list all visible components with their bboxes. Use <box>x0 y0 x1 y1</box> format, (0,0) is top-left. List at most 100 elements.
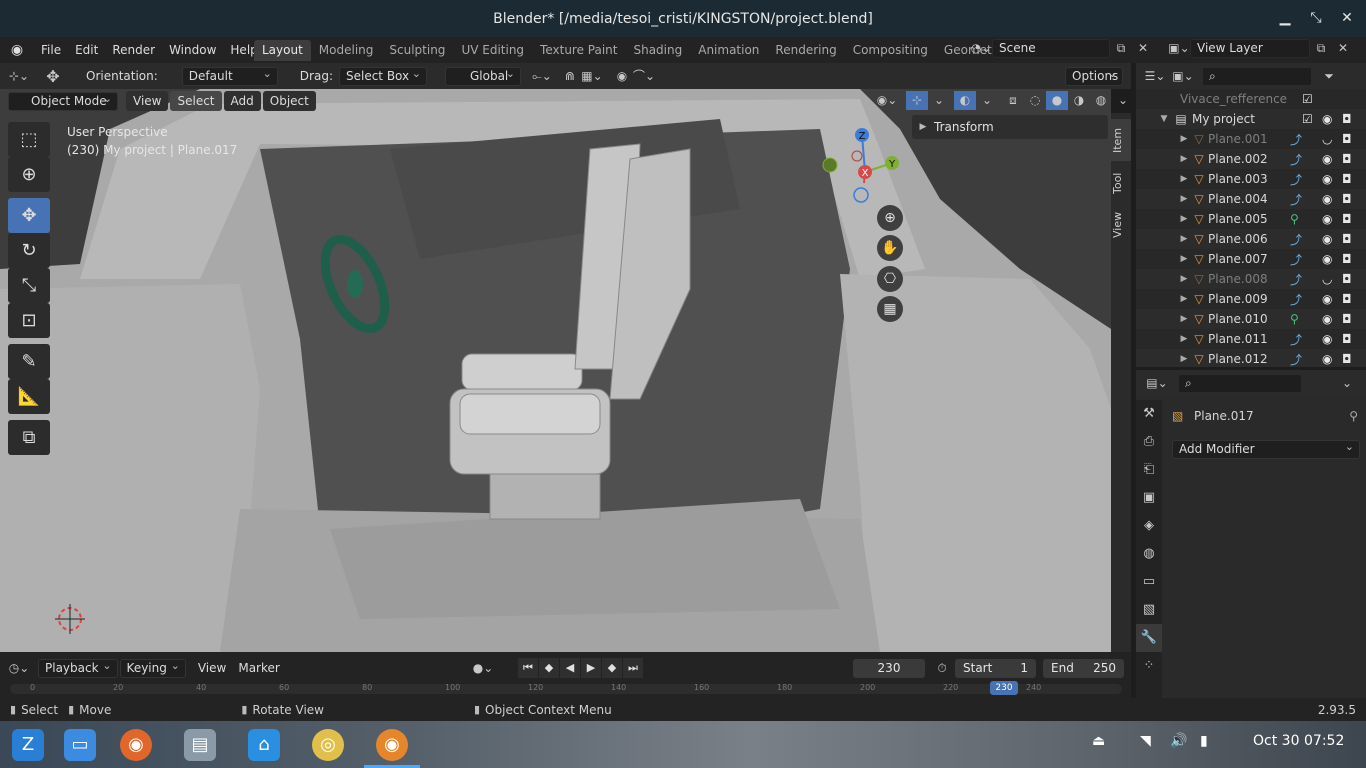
outliner-object-row[interactable]: ▶ ▽ Plane.004 ⤴ ◉ ◘ <box>1136 189 1366 209</box>
tab-sculpting[interactable]: Sculpting <box>381 40 453 61</box>
outliner-object-row[interactable]: ▶ ▽ Plane.003 ⤴ ◉ ◘ <box>1136 169 1366 189</box>
camera-icon[interactable]: ◘ <box>1342 172 1352 186</box>
move-tool-button-icon[interactable]: ✥ <box>8 198 50 233</box>
expand-triangle-icon[interactable]: ▶ <box>1178 274 1190 284</box>
output-properties-icon[interactable]: ⎗ <box>1136 456 1162 484</box>
camera-icon[interactable]: ◘ <box>1342 272 1352 286</box>
camera-icon[interactable]: ◘ <box>1342 212 1352 226</box>
modifier-icon[interactable]: ⤴ <box>1290 271 1302 288</box>
modifier-icon[interactable]: ⤴ <box>1290 131 1302 148</box>
tab-animation[interactable]: Animation <box>690 40 767 61</box>
minimize-icon[interactable]: ▁ <box>1274 8 1296 28</box>
expand-triangle-icon[interactable]: ▶ <box>1178 214 1190 224</box>
solid-shading-icon[interactable]: ● <box>1046 91 1068 110</box>
cursor-tool-icon[interactable]: ⊕ <box>8 157 50 192</box>
camera-icon[interactable]: ◘ <box>1342 112 1352 126</box>
eye-icon[interactable]: ◉ <box>1322 332 1332 346</box>
tab-layout[interactable]: Layout <box>254 40 311 61</box>
modifier-icon[interactable]: ⤴ <box>1290 351 1302 368</box>
outliner-object-row[interactable]: ▶ ▽ Plane.008 ⤴ ◡ ◘ <box>1136 269 1366 289</box>
pan-hand-icon[interactable]: ✋ <box>877 235 903 261</box>
scene-icon[interactable]: ◔⌄ <box>970 39 992 58</box>
tab-item[interactable]: Item <box>1111 119 1131 161</box>
battery-icon[interactable]: ▮ <box>1200 733 1208 749</box>
outliner-object-row[interactable]: ▶ ▽ Plane.011 ⤴ ◉ ◘ <box>1136 329 1366 349</box>
camera-icon[interactable]: ◘ <box>1342 192 1352 206</box>
object-properties-icon[interactable]: ▧ <box>1136 596 1162 624</box>
outliner-object-row[interactable]: ▶ ▽ Plane.002 ⤴ ◉ ◘ <box>1136 149 1366 169</box>
properties-editor-type-icon[interactable]: ▤⌄ <box>1146 374 1168 393</box>
outliner-object-row[interactable]: ▶ ▽ Plane.005 ⚲ ◉ ◘ <box>1136 209 1366 229</box>
menu-select[interactable]: Select <box>170 91 222 111</box>
modifier-icon[interactable]: ⤴ <box>1290 151 1302 168</box>
eye-icon[interactable]: ◉ <box>1322 152 1332 166</box>
outliner-search-input[interactable]: ⌕ <box>1202 66 1312 86</box>
camera-icon[interactable]: ◘ <box>1342 132 1352 146</box>
modifier-properties-icon[interactable]: 🔧 <box>1136 624 1162 652</box>
eye-icon[interactable]: ◉ <box>1322 192 1332 206</box>
restore-icon[interactable]: ⤡ <box>1305 8 1327 28</box>
chrome-icon[interactable]: ◎ <box>312 729 344 761</box>
tab-texture-paint[interactable]: Texture Paint <box>532 40 625 61</box>
modifier-icon[interactable]: ⤴ <box>1290 231 1302 248</box>
modifier-icon[interactable]: ⤴ <box>1290 251 1302 268</box>
expand-triangle-icon[interactable]: ▶ <box>1178 334 1190 344</box>
3d-viewport[interactable]: User Perspective (230) My project | Plan… <box>0 89 1111 652</box>
camera-icon[interactable]: ◘ <box>1342 292 1352 306</box>
display-mode-icon[interactable]: ▣⌄ <box>1172 67 1194 86</box>
outliner-collection-row[interactable]: ▼ ▤ My project ☑ ◉ ◘ <box>1136 109 1366 129</box>
tab-view[interactable]: View <box>1111 205 1131 245</box>
delete-view-layer-icon[interactable]: ✕ <box>1332 39 1354 58</box>
software-store-icon[interactable]: ⌂ <box>248 729 280 761</box>
axis-gizmo[interactable]: Z Y X <box>820 125 910 215</box>
gizmo-toggle-icon[interactable]: ⊹ <box>906 91 928 110</box>
outliner-object-row[interactable]: ▶ ▽ Plane.007 ⤴ ◉ ◘ <box>1136 249 1366 269</box>
modifier-icon[interactable]: ⚲ <box>1290 312 1299 326</box>
camera-icon[interactable]: ◘ <box>1342 232 1352 246</box>
eye-icon[interactable]: ◉ <box>1322 292 1332 306</box>
start-frame-field[interactable]: Start 1 <box>955 658 1036 678</box>
blender-taskbar-icon[interactable]: ◉ <box>376 729 408 761</box>
menu-file[interactable]: File <box>34 37 68 63</box>
camera-icon[interactable]: ◘ <box>1342 352 1352 366</box>
blender-logo-icon[interactable]: ◉ <box>0 42 34 58</box>
options-dropdown[interactable]: Options <box>1065 65 1123 86</box>
timeline-view-menu[interactable]: View <box>192 661 232 675</box>
expand-triangle-icon[interactable]: ▶ <box>1178 134 1190 144</box>
expand-triangle-icon[interactable]: ▶ <box>1178 254 1190 264</box>
camera-icon[interactable]: ◘ <box>1342 152 1352 166</box>
eye-icon[interactable]: ◉ <box>1322 312 1332 326</box>
overlay-options-icon[interactable]: ⌄ <box>976 91 998 110</box>
shading-options-icon[interactable]: ⌄ <box>1112 91 1134 110</box>
eye-icon[interactable]: ◉ <box>1322 112 1332 126</box>
world-properties-icon[interactable]: ◍ <box>1136 540 1162 568</box>
menu-render[interactable]: Render <box>105 37 162 63</box>
timeline-playback-menu[interactable]: Playback <box>38 657 118 678</box>
menu-window[interactable]: Window <box>162 37 223 63</box>
tab-modeling[interactable]: Modeling <box>311 40 382 61</box>
outliner-object-row[interactable]: ▶ ▽ Plane.010 ⚲ ◉ ◘ <box>1136 309 1366 329</box>
play-icon[interactable]: ▶ <box>581 658 601 678</box>
eye-icon[interactable]: ◉ <box>1322 352 1332 366</box>
window-switcher-icon[interactable]: ▭ <box>64 729 96 761</box>
jump-start-icon[interactable]: ⏮ <box>518 658 538 678</box>
properties-options-icon[interactable]: ⌄ <box>1336 374 1358 393</box>
expand-triangle-icon[interactable]: ▶ <box>1178 314 1190 324</box>
camera-view-icon[interactable]: ⎔ <box>877 266 903 292</box>
transform-tool-icon[interactable]: ⊡ <box>8 303 50 338</box>
menu-object[interactable]: Object <box>262 91 316 111</box>
timeline-editor-type-icon[interactable]: ◷⌄ <box>8 659 30 678</box>
expand-triangle-icon[interactable]: ▶ <box>1178 234 1190 244</box>
expand-triangle-icon[interactable]: ▶ <box>1178 354 1190 364</box>
xray-toggle-icon[interactable]: ⧈ <box>1002 91 1024 110</box>
timeline-scrubber[interactable]: 230 0 20 40 60 80 100 120 140 160 180 200 220 240 <box>10 681 1122 695</box>
outliner-row-reference[interactable]: Vivace_refference ☑ <box>1136 89 1366 109</box>
firefox-icon[interactable]: ◉ <box>120 729 152 761</box>
current-frame-field[interactable]: 230 <box>853 658 925 678</box>
outliner-object-row[interactable]: ▶ ▽ Plane.009 ⤴ ◉ ◘ <box>1136 289 1366 309</box>
menu-edit[interactable]: Edit <box>68 37 105 63</box>
checkbox-icon[interactable]: ☑ <box>1302 92 1313 106</box>
expand-triangle-icon[interactable]: ▶ <box>1178 154 1190 164</box>
eye-icon[interactable]: ◉ <box>1322 252 1332 266</box>
expand-triangle-icon[interactable]: ▶ <box>1178 294 1190 304</box>
